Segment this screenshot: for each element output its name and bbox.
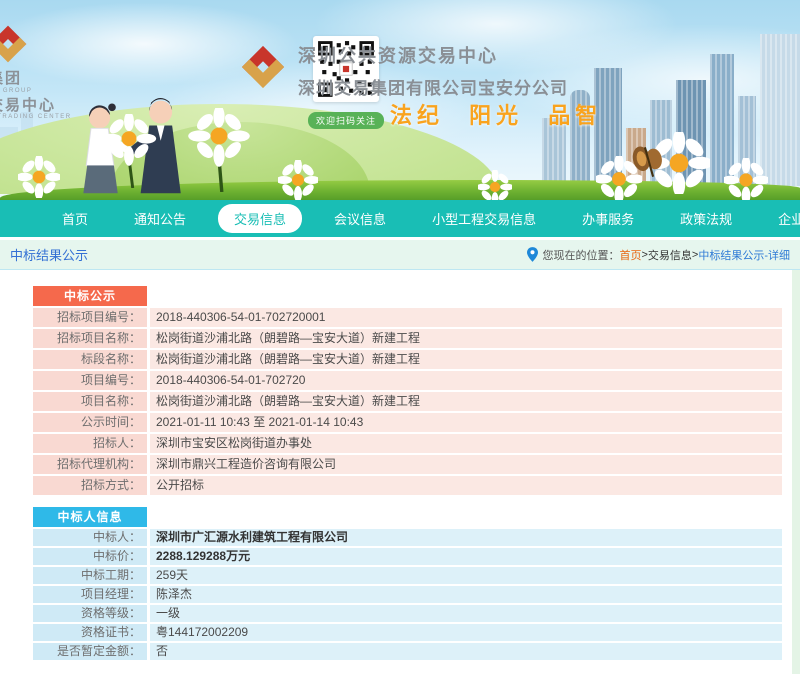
table-row: 项目名称： 松岗街道沙浦北路（朗碧路—宝安大道）新建工程 bbox=[33, 392, 800, 411]
row-label: 项目编号： bbox=[33, 371, 147, 390]
table-row: 中标工期： 259天 bbox=[33, 567, 800, 584]
left-logo-cn2: 资源交易中心 bbox=[0, 98, 72, 115]
breadcrumb-link-trade-info[interactable]: 交易信息 bbox=[648, 247, 692, 263]
nav-item-notices[interactable]: 通知公告 bbox=[120, 205, 200, 232]
org-name-line1: 深圳公共资源交易中心 bbox=[298, 42, 568, 68]
header-banner: 交易集团 EXCHANGE GROUP 资源交易中心 SOURCES TRADI… bbox=[0, 0, 800, 200]
slogan-text: 法纪 阳光 品智 bbox=[390, 98, 602, 130]
row-value: 259天 bbox=[150, 567, 782, 584]
row-value: 陈泽杰 bbox=[150, 586, 782, 603]
breadcrumb: 您现在的位置： 首页 > 交易信息 > 中标结果公示-详细 bbox=[527, 247, 790, 263]
row-value: 深圳市宝安区松岗街道办事处 bbox=[150, 434, 782, 453]
table-row: 中标价： 2288.129288万元 bbox=[33, 548, 800, 565]
row-label: 项目经理： bbox=[33, 586, 147, 603]
table-row: 招标项目编号： 2018-440306-54-01-702720001 bbox=[33, 308, 800, 327]
row-label: 中标工期： bbox=[33, 567, 147, 584]
row-label: 公示时间： bbox=[33, 413, 147, 432]
left-logo-block: 交易集团 EXCHANGE GROUP 资源交易中心 SOURCES TRADI… bbox=[0, 22, 72, 124]
center-logo-icon bbox=[240, 42, 286, 92]
left-logo-en1: EXCHANGE GROUP bbox=[0, 88, 72, 94]
row-value: 2018-440306-54-01-702720001 bbox=[150, 308, 782, 327]
row-value: 否 bbox=[150, 643, 782, 660]
table-row: 项目经理： 陈泽杰 bbox=[33, 586, 800, 603]
row-label: 资格证书： bbox=[33, 624, 147, 641]
nav-item-home[interactable]: 首页 bbox=[48, 205, 102, 232]
row-value: 2018-440306-54-01-702720 bbox=[150, 371, 782, 390]
row-label: 是否暂定金额： bbox=[33, 643, 147, 660]
daisy-flower-icon bbox=[18, 156, 60, 198]
nav-item-policies[interactable]: 政策法规 bbox=[666, 205, 746, 232]
left-logo-en2: SOURCES TRADING CENTER bbox=[0, 114, 72, 120]
table-row: 招标代理机构： 深圳市鼎兴工程造价咨询有限公司 bbox=[33, 455, 800, 474]
row-value: 松岗街道沙浦北路（朗碧路—宝安大道）新建工程 bbox=[150, 392, 782, 411]
main-navigation: 首页 通知公告 交易信息 会议信息 小型工程交易信息 办事服务 政策法规 企业人… bbox=[0, 200, 800, 237]
table-row: 中标人： 深圳市广汇源水利建筑工程有限公司 bbox=[33, 529, 800, 546]
row-label: 招标人： bbox=[33, 434, 147, 453]
row-value: 松岗街道沙浦北路（朗碧路—宝安大道）新建工程 bbox=[150, 329, 782, 348]
section-title-badge: 中标公示 bbox=[33, 286, 147, 306]
row-label: 中标人： bbox=[33, 529, 147, 546]
main-content: 中标公示 招标项目编号： 2018-440306-54-01-702720001… bbox=[0, 270, 800, 660]
page-title: 中标结果公示 bbox=[10, 245, 88, 264]
row-value: 一级 bbox=[150, 605, 782, 622]
location-prefix: 您现在的位置： bbox=[542, 247, 619, 263]
row-label: 招标项目编号： bbox=[33, 308, 147, 327]
row-label: 资格等级： bbox=[33, 605, 147, 622]
group-logo-icon bbox=[0, 22, 28, 66]
daisy-flower-icon bbox=[100, 114, 158, 188]
daisy-flower-icon bbox=[186, 108, 252, 192]
breadcrumb-bar: 中标结果公示 您现在的位置： 首页 > 交易信息 > 中标结果公示-详细 bbox=[0, 240, 800, 270]
table-row: 公示时间： 2021-01-11 10:43 至 2021-01-14 10:4… bbox=[33, 413, 800, 432]
nav-item-meetings[interactable]: 会议信息 bbox=[320, 205, 400, 232]
row-value: 2288.129288万元 bbox=[150, 548, 782, 565]
nav-item-services[interactable]: 办事服务 bbox=[568, 205, 648, 232]
table-row: 资格证书： 粤144172002209 bbox=[33, 624, 800, 641]
row-value: 公开招标 bbox=[150, 476, 782, 495]
row-value: 深圳市广汇源水利建筑工程有限公司 bbox=[150, 529, 782, 546]
winner-info-section: 中标人信息 中标人： 深圳市广汇源水利建筑工程有限公司 中标价： 2288.12… bbox=[33, 507, 800, 660]
daisy-flower-icon bbox=[724, 158, 768, 200]
page-edge-strip bbox=[792, 270, 800, 674]
table-row: 标段名称： 松岗街道沙浦北路（朗碧路—宝安大道）新建工程 bbox=[33, 350, 800, 369]
breadcrumb-link-home[interactable]: 首页 bbox=[619, 247, 641, 263]
table-row: 资格等级： 一级 bbox=[33, 605, 800, 622]
left-logo-cn1: 交易集团 bbox=[0, 71, 72, 88]
row-value: 松岗街道沙浦北路（朗碧路—宝安大道）新建工程 bbox=[150, 350, 782, 369]
table-row: 招标人： 深圳市宝安区松岗街道办事处 bbox=[33, 434, 800, 453]
location-pin-icon bbox=[527, 247, 538, 262]
table-row: 招标项目名称： 松岗街道沙浦北路（朗碧路—宝安大道）新建工程 bbox=[33, 329, 800, 348]
daisy-flower-icon bbox=[278, 160, 318, 200]
row-value: 粤144172002209 bbox=[150, 624, 782, 641]
nav-item-small-projects[interactable]: 小型工程交易信息 bbox=[418, 205, 550, 232]
butterfly-icon bbox=[630, 142, 668, 182]
nav-item-trade-info[interactable]: 交易信息 bbox=[218, 204, 302, 233]
table-row: 招标方式： 公开招标 bbox=[33, 476, 800, 495]
daisy-flower-icon bbox=[478, 170, 512, 200]
section-title-badge: 中标人信息 bbox=[33, 507, 147, 527]
row-label: 中标价： bbox=[33, 548, 147, 565]
qr-caption: 欢迎扫码关注 bbox=[308, 112, 384, 129]
row-label: 招标代理机构： bbox=[33, 455, 147, 474]
row-label: 项目名称： bbox=[33, 392, 147, 411]
row-label: 招标项目名称： bbox=[33, 329, 147, 348]
award-notice-section: 中标公示 招标项目编号： 2018-440306-54-01-702720001… bbox=[33, 286, 800, 495]
table-row: 是否暂定金额： 否 bbox=[33, 643, 800, 660]
org-name-line2: 深圳交易集团有限公司宝安分公司 bbox=[298, 74, 568, 99]
nav-item-enterprise[interactable]: 企业人员 bbox=[764, 205, 800, 232]
row-value: 2021-01-11 10:43 至 2021-01-14 10:43 bbox=[150, 413, 782, 432]
breadcrumb-current: 中标结果公示-详细 bbox=[698, 247, 790, 263]
row-label: 标段名称： bbox=[33, 350, 147, 369]
row-value: 深圳市鼎兴工程造价咨询有限公司 bbox=[150, 455, 782, 474]
row-label: 招标方式： bbox=[33, 476, 147, 495]
table-row: 项目编号： 2018-440306-54-01-702720 bbox=[33, 371, 800, 390]
